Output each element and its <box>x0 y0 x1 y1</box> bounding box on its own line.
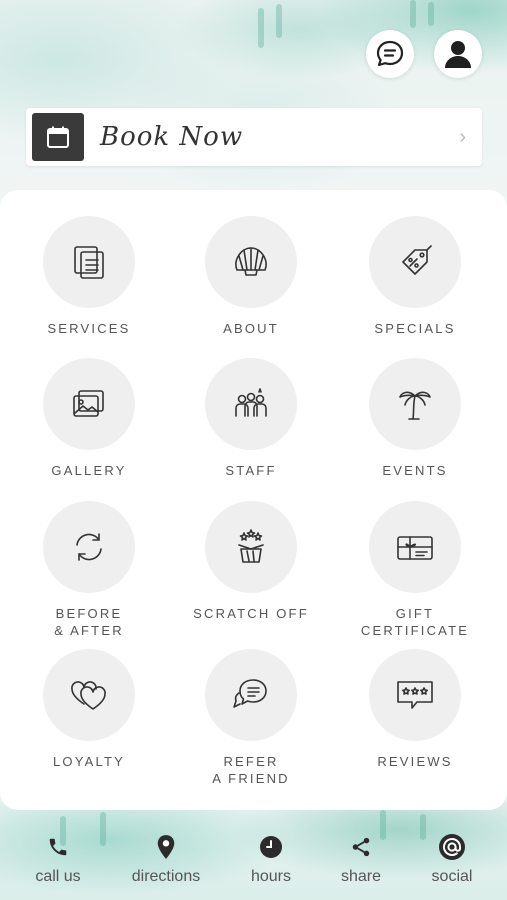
documents-icon <box>74 246 104 279</box>
price-tag-icon <box>402 245 432 275</box>
profile-button[interactable] <box>434 30 482 78</box>
tile-gift-certificate[interactable]: GIFT CERTIFICATE <box>335 501 495 639</box>
tile-label: LOYALTY <box>53 754 125 769</box>
chat-bubbles-icon <box>233 679 267 708</box>
gift-card-icon <box>397 536 433 560</box>
nav-directions[interactable]: directions <box>121 832 211 886</box>
book-now-label: Book Now <box>100 122 244 152</box>
tile-label: EVENTS <box>382 463 448 478</box>
tile-label: SERVICES <box>47 321 131 336</box>
tile-gallery[interactable]: GALLERY <box>9 358 169 479</box>
book-now-button[interactable]: Book Now › <box>26 108 482 166</box>
nav-hours[interactable]: hours <box>226 832 316 886</box>
star-rating-icon <box>397 681 433 709</box>
tile-reviews[interactable]: REVIEWS <box>335 649 495 770</box>
map-pin-icon <box>151 832 181 862</box>
tile-staff[interactable]: STAFF <box>171 358 331 479</box>
nav-label: hours <box>250 868 292 885</box>
calendar-icon <box>32 113 84 161</box>
nav-label: call us <box>35 868 81 885</box>
photos-icon <box>73 390 104 417</box>
tile-services[interactable]: SERVICES <box>9 216 169 337</box>
tile-label: REVIEWS <box>377 754 453 769</box>
user-icon <box>445 41 471 68</box>
surprise-box-icon <box>238 529 264 563</box>
tile-scratch-off[interactable]: SCRATCH OFF <box>171 501 331 622</box>
tile-label: GIFT CERTIFICATE <box>360 606 470 638</box>
tile-label: ABOUT <box>223 321 279 336</box>
tile-before-after[interactable]: BEFORE & AFTER <box>9 501 169 639</box>
tile-specials[interactable]: SPECIALS <box>335 216 495 337</box>
nav-label: share <box>340 868 382 885</box>
tile-events[interactable]: EVENTS <box>335 358 495 479</box>
chevron-right-icon: › <box>459 125 466 148</box>
share-icon <box>346 832 376 862</box>
hearts-icon <box>71 681 106 710</box>
nav-share[interactable]: share <box>316 832 406 886</box>
palm-tree-icon <box>399 391 431 420</box>
clock-icon <box>256 832 286 862</box>
nav-label: directions <box>131 868 201 885</box>
nav-label: social <box>431 868 473 885</box>
tile-label: SCRATCH OFF <box>193 606 309 621</box>
nav-call-us[interactable]: call us <box>13 832 103 886</box>
tile-label: REFER A FRIEND <box>212 754 290 786</box>
tile-refer-a-friend[interactable]: REFER A FRIEND <box>171 649 331 787</box>
tile-label: GALLERY <box>51 463 127 478</box>
nav-social[interactable]: social <box>407 832 497 886</box>
phone-icon <box>43 832 73 862</box>
chat-icon <box>376 40 404 67</box>
tile-label: BEFORE & AFTER <box>54 606 124 638</box>
at-sign-icon <box>437 832 467 862</box>
tile-label: STAFF <box>225 463 277 478</box>
chat-button[interactable] <box>366 30 414 78</box>
tile-label: SPECIALS <box>374 321 456 336</box>
shell-icon <box>235 247 267 276</box>
refresh-icon <box>76 533 102 561</box>
menu-grid: SERVICES ABOUT SPECIALS GALLERY STAFF EV… <box>0 190 507 810</box>
tile-about[interactable]: ABOUT <box>171 216 331 337</box>
tile-loyalty[interactable]: LOYALTY <box>9 649 169 770</box>
bottom-nav: call us directions hours share social <box>0 826 507 900</box>
people-icon <box>235 388 267 417</box>
